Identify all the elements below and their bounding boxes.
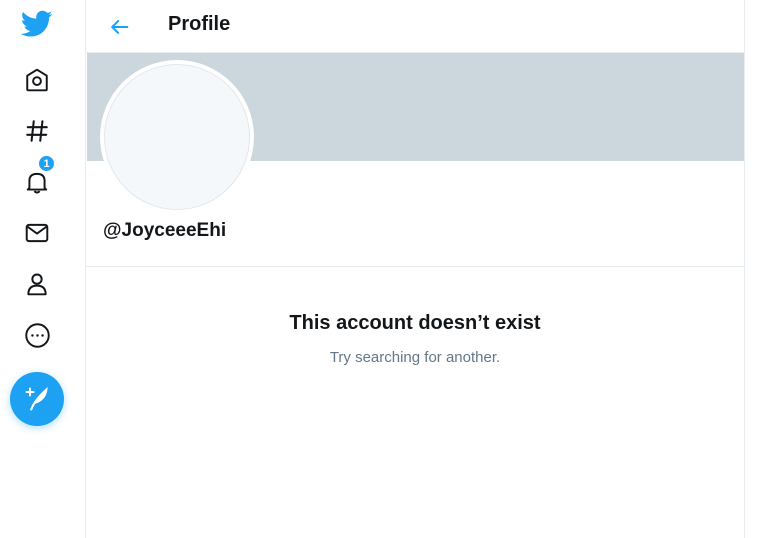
profile-person-icon[interactable] bbox=[12, 264, 62, 304]
notifications-bell-icon[interactable]: 1 bbox=[12, 155, 62, 202]
more-options-icon[interactable] bbox=[12, 315, 62, 355]
notification-count-badge: 1 bbox=[38, 155, 55, 172]
left-nav: 1 bbox=[0, 0, 86, 538]
page-header: Profile bbox=[86, 0, 744, 53]
explore-hashtag-icon[interactable] bbox=[12, 111, 62, 151]
empty-state-title: This account doesn’t exist bbox=[289, 312, 541, 334]
page-title: Profile bbox=[168, 13, 231, 35]
divider bbox=[86, 266, 744, 267]
profile-handle: @JoyceeeEhi bbox=[103, 220, 227, 241]
empty-state-subtitle: Try searching for another. bbox=[329, 349, 501, 366]
twitter-logo-icon[interactable] bbox=[12, 4, 62, 44]
compose-tweet-button[interactable] bbox=[10, 372, 64, 426]
arrow-left-icon bbox=[111, 20, 129, 34]
main-column: Profile @JoyceeeEhi This account doesn’t… bbox=[86, 0, 745, 538]
back-button[interactable] bbox=[104, 11, 136, 43]
home-icon[interactable] bbox=[12, 60, 62, 100]
feather-plus-icon bbox=[25, 386, 48, 411]
avatar-placeholder bbox=[104, 64, 250, 210]
messages-envelope-icon[interactable] bbox=[12, 213, 62, 253]
avatar[interactable] bbox=[100, 60, 254, 214]
